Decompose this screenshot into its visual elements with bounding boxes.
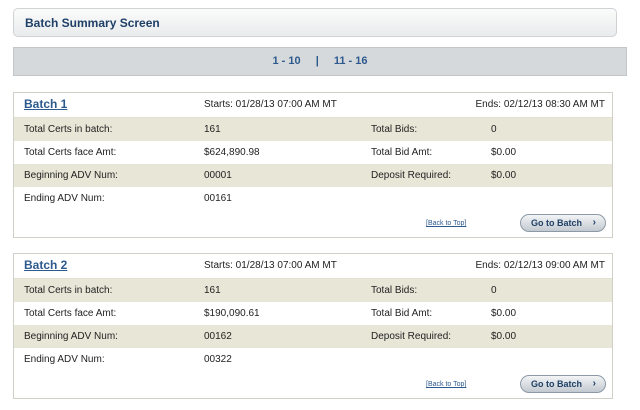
batch-title-link[interactable]: Batch 2 [24, 258, 67, 272]
total-bids-value: 0 [491, 124, 497, 135]
table-row: Total Certs face Amt: $190,090.61 Total … [14, 302, 612, 325]
batch-panel-2: Batch 2 Starts: 01/28/13 07:00 AM MT End… [13, 253, 613, 399]
total-face-value: $624,890.98 [204, 147, 260, 158]
back-to-top-link[interactable]: [Back to Top] [426, 381, 466, 388]
batch-title-link[interactable]: Batch 1 [24, 97, 67, 111]
total-face-label: Total Certs face Amt: [24, 147, 117, 158]
chevron-right-icon: › [592, 378, 596, 389]
batch-end-time: Ends: 02/12/13 08:30 AM MT [475, 99, 605, 110]
total-certs-label: Total Certs in batch: [24, 124, 113, 135]
total-face-label: Total Certs face Amt: [24, 308, 117, 319]
go-to-batch-label: Go to Batch [531, 379, 582, 389]
total-bid-amt-label: Total Bid Amt: [371, 147, 433, 158]
deposit-required-label: Deposit Required: [371, 331, 452, 342]
batch-start-time: Starts: 01/28/13 07:00 AM MT [204, 99, 337, 110]
batch-panel-1: Batch 1 Starts: 01/28/13 07:00 AM MT End… [13, 92, 613, 238]
title-bar: Batch Summary Screen [13, 8, 617, 37]
deposit-required-value: $0.00 [491, 170, 517, 181]
batch-header: Batch 1 Starts: 01/28/13 07:00 AM MT End… [14, 93, 612, 118]
table-row: Beginning ADV Num: 00001 Deposit Require… [14, 164, 612, 187]
total-face-value: $190,090.61 [204, 308, 260, 319]
total-certs-value: 161 [204, 124, 221, 135]
batch-start-time: Starts: 01/28/13 07:00 AM MT [204, 260, 337, 271]
chevron-right-icon: › [592, 217, 596, 228]
pager-separator: | [315, 55, 319, 67]
table-row: Total Certs in batch: 161 Total Bids: 0 [14, 118, 612, 141]
beginning-adv-label: Beginning ADV Num: [24, 170, 118, 181]
table-row: Total Certs in batch: 161 Total Bids: 0 [14, 279, 612, 302]
go-to-batch-button[interactable]: Go to Batch › [520, 375, 606, 393]
back-to-top-link[interactable]: [Back to Top] [426, 220, 466, 227]
total-certs-value: 161 [204, 285, 221, 296]
total-bid-amt-label: Total Bid Amt: [371, 308, 433, 319]
go-to-batch-button[interactable]: Go to Batch › [520, 214, 606, 232]
table-row: Ending ADV Num: 00161 [14, 187, 612, 210]
beginning-adv-value: 00162 [204, 331, 232, 342]
total-bid-amt-value: $0.00 [491, 308, 517, 319]
ending-adv-label: Ending ADV Num: [24, 354, 105, 365]
batch-end-time: Ends: 02/12/13 09:00 AM MT [475, 260, 605, 271]
pagination-bar: 1 - 10 | 11 - 16 [13, 47, 627, 76]
ending-adv-label: Ending ADV Num: [24, 193, 105, 204]
batch-footer: [Back to Top] Go to Batch › [14, 210, 612, 237]
total-bid-amt-value: $0.00 [491, 147, 517, 158]
go-to-batch-label: Go to Batch [531, 218, 582, 228]
batch-header: Batch 2 Starts: 01/28/13 07:00 AM MT End… [14, 254, 612, 279]
table-row: Beginning ADV Num: 00162 Deposit Require… [14, 325, 612, 348]
batch-footer: [Back to Top] Go to Batch › [14, 371, 612, 398]
beginning-adv-label: Beginning ADV Num: [24, 331, 118, 342]
total-bids-value: 0 [491, 285, 497, 296]
total-bids-label: Total Bids: [371, 285, 418, 296]
page-title: Batch Summary Screen [25, 16, 160, 30]
table-row: Ending ADV Num: 00322 [14, 348, 612, 371]
total-bids-label: Total Bids: [371, 124, 418, 135]
page-link-11-16[interactable]: 11 - 16 [334, 55, 368, 67]
ending-adv-value: 00161 [204, 193, 232, 204]
ending-adv-value: 00322 [204, 354, 232, 365]
beginning-adv-value: 00001 [204, 170, 232, 181]
deposit-required-value: $0.00 [491, 331, 517, 342]
total-certs-label: Total Certs in batch: [24, 285, 113, 296]
table-row: Total Certs face Amt: $624,890.98 Total … [14, 141, 612, 164]
page-link-1-10[interactable]: 1 - 10 [273, 55, 301, 67]
deposit-required-label: Deposit Required: [371, 170, 452, 181]
